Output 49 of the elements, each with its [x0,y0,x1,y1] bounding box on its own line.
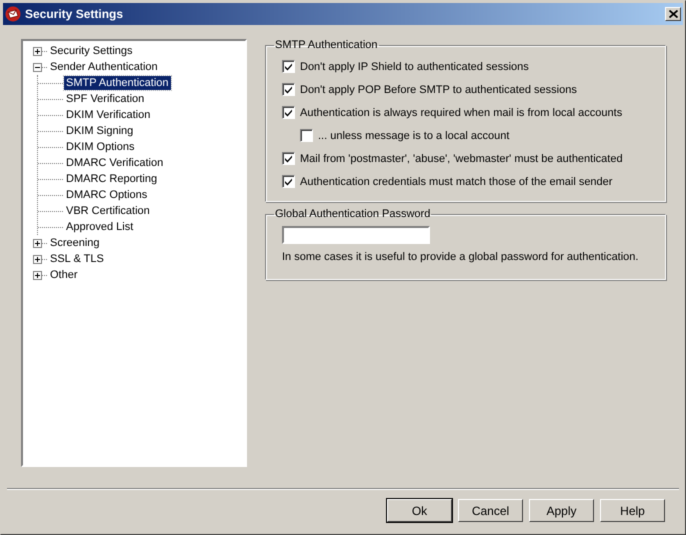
tree-item[interactable]: SPF Verification [64,92,146,106]
window-title: Security Settings [25,7,124,21]
tree-item[interactable]: DMARC Reporting [64,172,160,186]
expander-icon[interactable] [33,270,42,280]
tree-item[interactable]: VBR Certification [64,204,152,218]
tree-item[interactable]: Sender Authentication [48,60,160,74]
help-text: In some cases it is useful to provide a global password for authentication. [282,251,640,263]
expander-icon[interactable] [33,62,42,72]
tree-item[interactable]: Security Settings [48,44,135,58]
tree-item[interactable]: DMARC Options [64,188,150,202]
checkmark-icon [284,85,293,94]
dialog-button[interactable]: Ok [387,499,452,522]
tree-item[interactable]: Approved List [64,220,136,234]
close-button[interactable] [665,7,681,21]
tree-item[interactable]: Screening [48,236,102,250]
checkbox[interactable] [282,60,295,73]
checkbox-label: Mail from 'postmaster', 'abuse', 'webmaster' must be authenticated [300,152,623,164]
expander-icon[interactable] [33,254,42,264]
tree-item[interactable]: DKIM Verification [64,108,152,122]
dialog-button[interactable]: Apply [529,499,594,522]
expander-icon[interactable] [33,46,42,56]
checkbox[interactable] [282,175,295,188]
checkmark-icon [284,62,293,71]
tree-item[interactable]: DKIM Signing [64,124,136,138]
expander-icon[interactable] [33,238,42,248]
checkbox[interactable] [282,83,295,96]
close-icon [668,10,678,18]
checkbox-label: ... unless message is to a local account [318,130,510,142]
checkbox[interactable] [282,106,295,119]
dialog-button[interactable]: Cancel [458,499,523,522]
checkbox[interactable] [282,152,295,165]
checkbox-label: Authentication credentials must match those of the email sender [300,176,612,188]
password-field[interactable] [282,226,430,244]
group-title: SMTP Authentication [274,39,379,51]
tree-item[interactable]: DKIM Options [64,140,136,154]
tree-item[interactable]: SSL & TLS [48,252,106,266]
checkbox[interactable] [300,129,313,142]
checkbox-label: Authentication is always required when mail is from local accounts [300,106,622,118]
checkmark-icon [284,177,293,186]
tree-item[interactable]: Other [48,268,80,282]
checkbox-label: Don't apply IP Shield to authenticated sessions [300,60,529,72]
tree-item[interactable]: DMARC Verification [64,156,166,170]
tree-item[interactable]: SMTP Authentication [64,76,171,90]
dialog-button[interactable]: Help [600,499,665,522]
checkmark-icon [284,154,293,163]
checkmark-icon [284,108,293,117]
checkbox-label: Don't apply POP Before SMTP to authenticated sessions [300,84,577,96]
envelope-icon [5,6,21,22]
group-title: Global Authentication Password [274,208,432,220]
